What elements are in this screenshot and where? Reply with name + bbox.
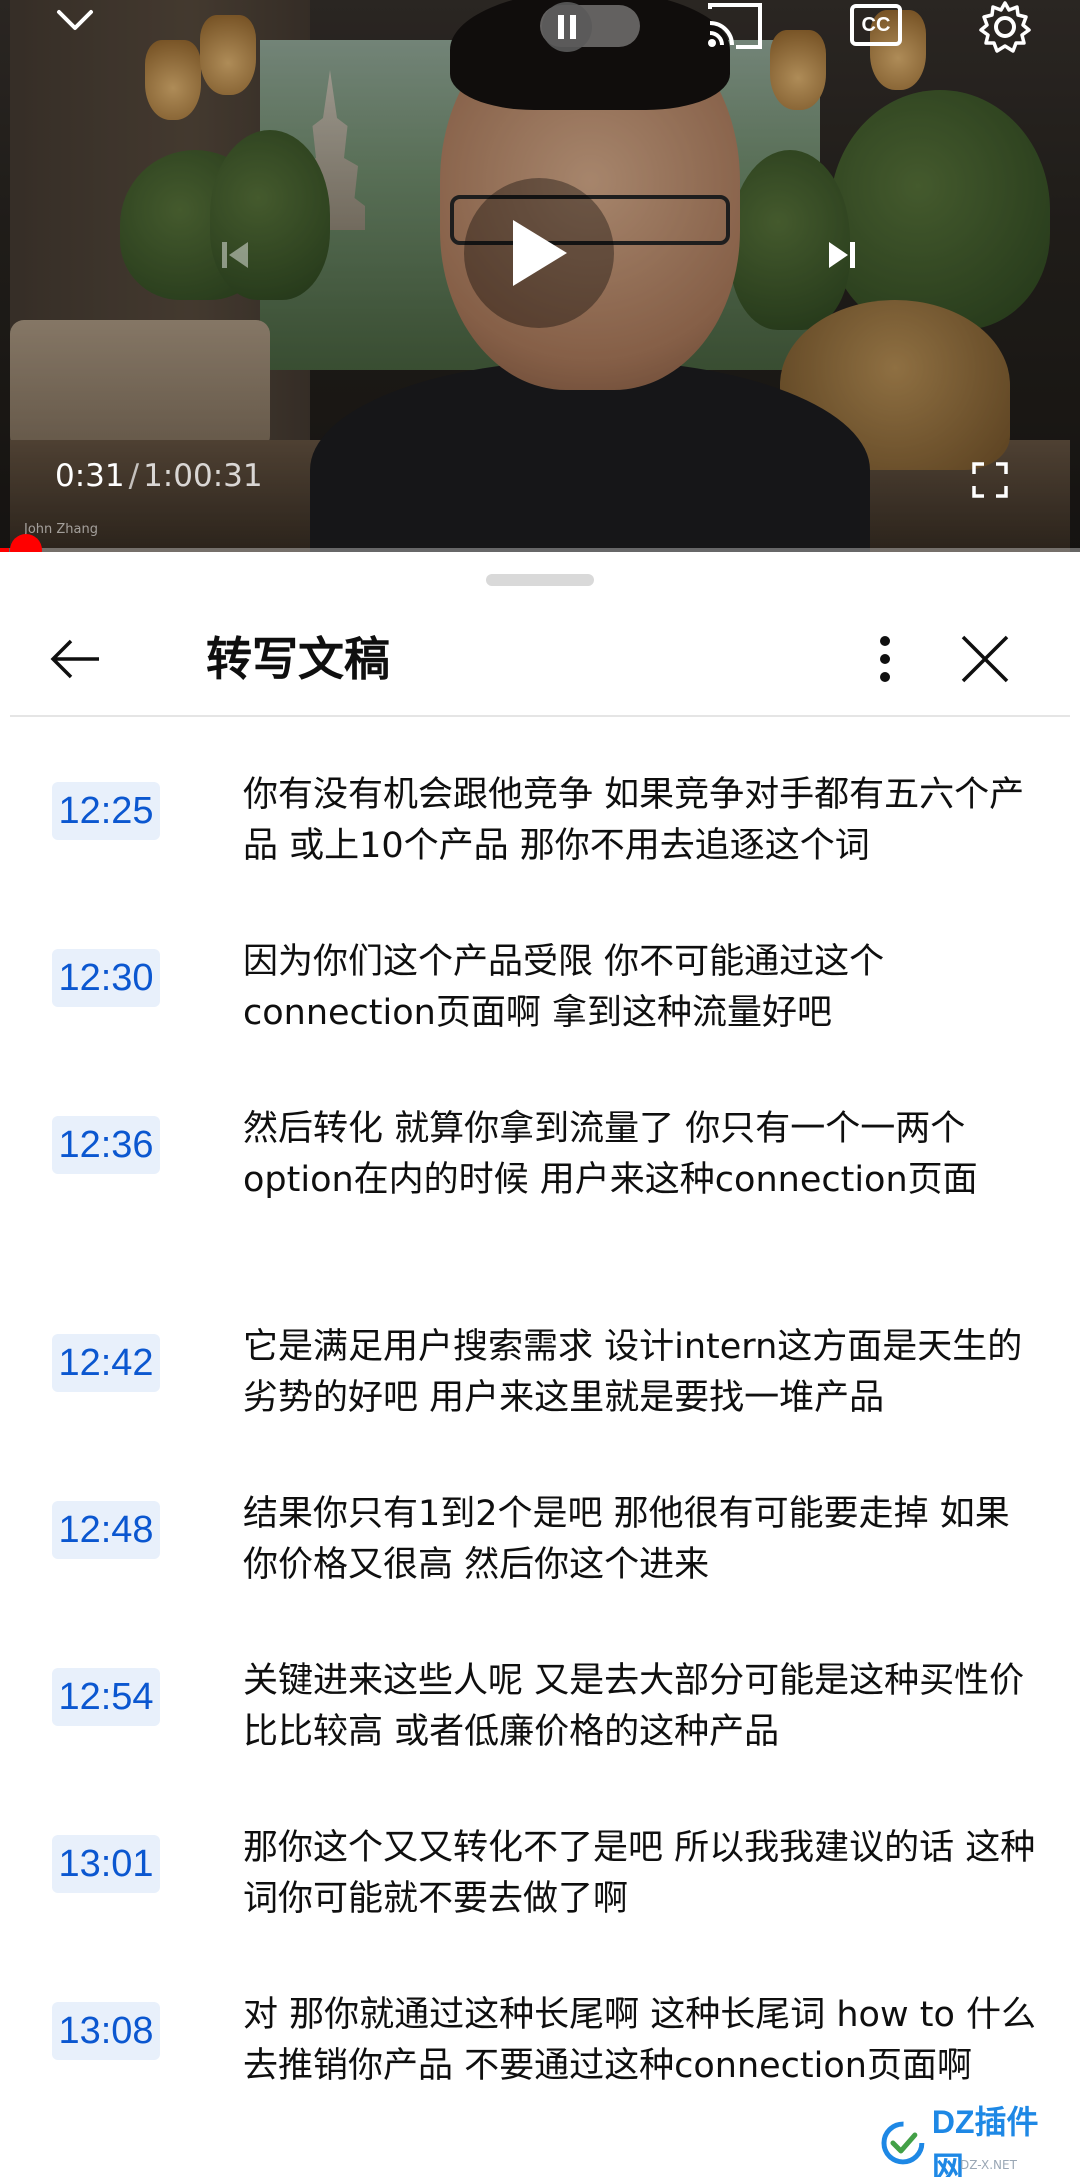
speaker-label: John Zhang — [24, 522, 99, 537]
transcript-segment[interactable]: 12:42 它是满足用户搜索需求 设计intern这方面是天生的劣势的好吧 用户… — [10, 1327, 1022, 1418]
fullscreen-icon — [972, 462, 1008, 498]
segment-text: 因为你们这个产品受限 你不可能通过这个connection页面啊 拿到这种流量好… — [243, 942, 885, 1033]
segment-timestamp[interactable]: 13:08 — [52, 2002, 160, 2060]
transcript-segment[interactable]: 13:01 那你这个又又转化不了是吧 所以我我建议的话 这种词你可能就不要去做了… — [10, 1828, 1035, 1919]
close-icon — [961, 635, 1009, 683]
skip-next-icon — [829, 242, 855, 268]
cast-button[interactable] — [700, 0, 770, 52]
close-button[interactable] — [950, 624, 1020, 694]
progress-fill — [0, 548, 10, 552]
gear-icon — [979, 1, 1031, 53]
skip-previous-icon — [222, 242, 248, 268]
segment-timestamp[interactable]: 12:25 — [52, 782, 160, 840]
segment-text: 你有没有机会跟他竞争 如果竞争对手都有五六个产品 或上10个产品 那你不用去追逐… — [243, 775, 1025, 866]
panel-header: 转写文稿 — [10, 604, 1070, 716]
transcript-segment[interactable]: 12:30 因为你们这个产品受限 你不可能通过这个connection页面啊 拿… — [10, 942, 884, 1033]
time-separator: / — [128, 458, 140, 494]
drag-handle[interactable] — [486, 574, 594, 586]
chevron-down-icon — [57, 10, 93, 30]
transcript-segment[interactable]: 12:25 你有没有机会跟他竞争 如果竞争对手都有五六个产品 或上10个产品 那… — [10, 775, 1024, 866]
segment-text: 那你这个又又转化不了是吧 所以我我建议的话 这种词你可能就不要去做了啊 — [243, 1828, 1036, 1919]
video-player[interactable]: John Zhang CC 0:31 / 1:00:31 — [0, 0, 1080, 552]
more-vert-icon — [880, 636, 890, 682]
previous-button[interactable] — [205, 225, 265, 285]
next-button[interactable] — [812, 225, 872, 285]
transcript-segment[interactable]: 13:08 对 那你就通过这种长尾啊 这种长尾词 how to 什么 去推销你产… — [10, 1995, 1036, 2086]
segment-timestamp[interactable]: 13:01 — [52, 1835, 160, 1893]
duration: 1:00:31 — [143, 458, 263, 494]
transcript-segment[interactable]: 12:48 结果你只有1到2个是吧 那他很有可能要走掉 如果你价格又很高 然后你… — [10, 1494, 1010, 1585]
segment-timestamp[interactable]: 12:36 — [52, 1116, 160, 1174]
dz-logo-icon — [881, 2121, 925, 2165]
pause-icon — [558, 15, 576, 39]
play-button[interactable] — [464, 178, 614, 328]
play-icon — [513, 220, 567, 286]
transcript-segment[interactable]: 12:36 然后转化 就算你拿到流量了 你只有一个一两个option在内的时候 … — [10, 1109, 978, 1200]
captions-button[interactable]: CC — [845, 0, 907, 50]
more-options-button[interactable] — [850, 624, 920, 694]
back-button[interactable] — [40, 624, 110, 694]
segment-text: 它是满足用户搜索需求 设计intern这方面是天生的劣势的好吧 用户来这里就是要… — [243, 1327, 1023, 1418]
cc-icon: CC — [850, 4, 902, 46]
settings-button[interactable] — [972, 0, 1038, 54]
collapse-button[interactable] — [40, 0, 110, 40]
segment-timestamp[interactable]: 12:54 — [52, 1668, 160, 1726]
segment-timestamp[interactable]: 12:48 — [52, 1501, 160, 1559]
arrow-left-icon — [50, 639, 99, 679]
cast-icon — [708, 3, 762, 49]
current-time: 0:31 — [55, 458, 125, 494]
time-display: 0:31/1:00:31 — [55, 458, 263, 494]
panel-title: 转写文稿 — [206, 632, 390, 686]
segment-text: 然后转化 就算你拿到流量了 你只有一个一两个option在内的时候 用户来这种c… — [243, 1109, 978, 1200]
fullscreen-button[interactable] — [960, 455, 1020, 505]
segment-text: 对 那你就通过这种长尾啊 这种长尾词 how to 什么 去推销你产品 不要通过… — [243, 1995, 1036, 2086]
transcript-panel: 转写文稿 12:25 你有没有机会跟他竞争 如果竞争对手都有五六个产品 或上10… — [10, 552, 1070, 2177]
pause-button[interactable] — [542, 2, 592, 52]
segment-text: 关键进来这些人呢 又是去大部分可能是这种买性价比比较高 或者低廉价格的这种产品 — [243, 1661, 1025, 1752]
transcript-segment[interactable]: 12:54 关键进来这些人呢 又是去大部分可能是这种买性价比比较高 或者低廉价格… — [10, 1661, 1024, 1752]
segment-timestamp[interactable]: 12:42 — [52, 1334, 160, 1392]
watermark-sub: DZ-X.NET — [960, 2158, 1017, 2172]
segment-timestamp[interactable]: 12:30 — [52, 949, 160, 1007]
header-divider — [10, 715, 1070, 717]
segment-text: 结果你只有1到2个是吧 那他很有可能要走掉 如果你价格又很高 然后你这个进来 — [243, 1494, 1010, 1585]
